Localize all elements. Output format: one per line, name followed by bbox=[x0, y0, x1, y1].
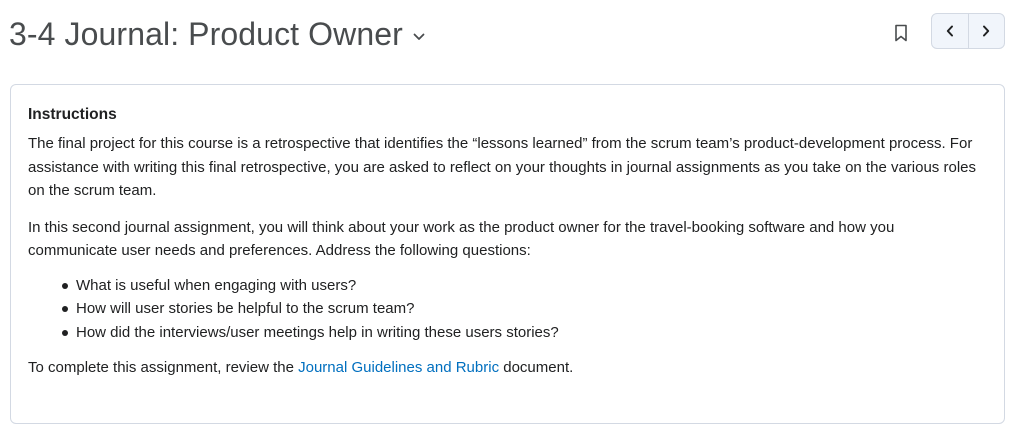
list-item: What is useful when engaging with users? bbox=[62, 274, 978, 298]
journal-guidelines-link[interactable]: Journal Guidelines and Rubric bbox=[298, 359, 499, 376]
questions-list: What is useful when engaging with users?… bbox=[28, 274, 978, 345]
closing-text-before: To complete this assignment, review the bbox=[28, 359, 299, 376]
next-button[interactable] bbox=[967, 14, 1005, 48]
title-dropdown[interactable]: 3-4 Journal: Product Owner bbox=[9, 13, 425, 55]
assignment-paragraph: In this second journal assignment, you w… bbox=[28, 218, 895, 260]
chevron-right-icon bbox=[982, 25, 990, 37]
chevron-down-icon bbox=[413, 31, 425, 43]
instructions-heading: Instructions bbox=[28, 106, 117, 123]
bookmark-button[interactable] bbox=[890, 22, 912, 44]
list-item: How did the interviews/user meetings hel… bbox=[62, 321, 978, 345]
closing-paragraph: To complete this assignment, review the … bbox=[28, 356, 978, 380]
closing-text-after: document. bbox=[499, 359, 574, 376]
page-title: 3-4 Journal: Product Owner bbox=[9, 16, 403, 52]
chevron-left-icon bbox=[946, 25, 954, 37]
top-bar: 3-4 Journal: Product Owner bbox=[0, 0, 1024, 70]
intro-paragraph: The final project for this course is a r… bbox=[28, 135, 976, 199]
bookmark-icon bbox=[894, 24, 908, 42]
instructions-card: Instructions The final project for this … bbox=[10, 84, 1005, 424]
list-item: How will user stories be helpful to the … bbox=[62, 297, 978, 321]
previous-button[interactable] bbox=[932, 14, 968, 48]
instructions-content: Instructions The final project for this … bbox=[28, 105, 978, 380]
topic-navigation bbox=[931, 13, 1005, 49]
